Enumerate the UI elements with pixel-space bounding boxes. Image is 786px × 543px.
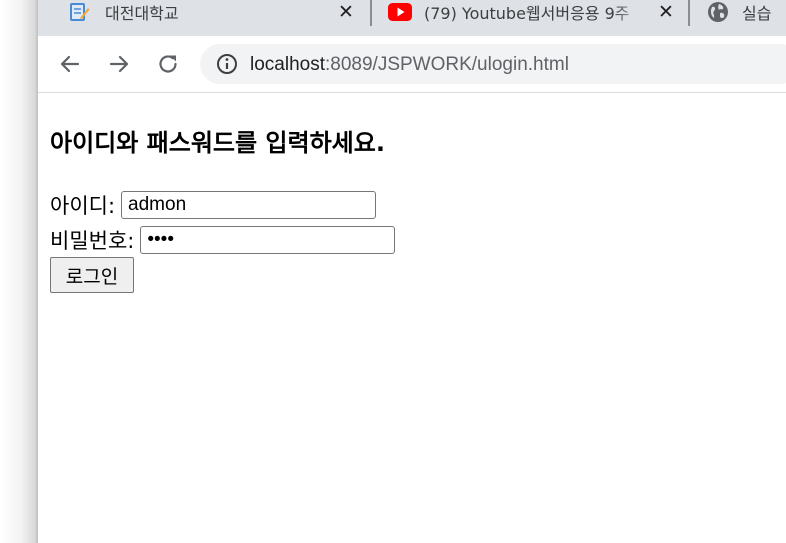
- password-row: 비밀번호:: [50, 225, 396, 255]
- password-label: 비밀번호:: [50, 229, 135, 253]
- forward-button[interactable]: [105, 50, 133, 78]
- url-host: localhost: [250, 54, 325, 75]
- tab-strip: 대전대학교 ✕ (79) Youtube웹서버응용 9주 ✕ 실습: [38, 0, 786, 36]
- browser-window: 대전대학교 ✕ (79) Youtube웹서버응용 9주 ✕ 실습 localh…: [38, 0, 786, 543]
- id-label: 아이디:: [50, 194, 116, 218]
- id-input[interactable]: [121, 191, 377, 219]
- tab-title: 대전대학교: [105, 4, 179, 23]
- page-content: 아이디와 패스워드를 입력하세요. 아이디: 비밀번호: 로그인: [38, 93, 786, 543]
- tab-title: 실습: [742, 4, 772, 23]
- page-heading: 아이디와 패스워드를 입력하세요.: [50, 129, 385, 157]
- globe-icon: [707, 1, 729, 27]
- close-icon[interactable]: ✕: [658, 1, 674, 23]
- toolbar: localhost:8089/JSPWORK/ulogin.html: [38, 36, 786, 93]
- back-arrow-icon: [60, 55, 80, 73]
- reload-icon: [159, 55, 177, 73]
- tab-youtube[interactable]: (79) Youtube웹서버응용 9주 ✕: [374, 0, 690, 28]
- address-bar[interactable]: localhost:8089/JSPWORK/ulogin.html: [200, 44, 786, 84]
- login-button[interactable]: 로그인: [50, 257, 134, 293]
- tab-title: (79) Youtube웹서버응용 9주: [424, 4, 630, 23]
- window-shadow: [0, 0, 38, 543]
- id-row: 아이디:: [50, 190, 377, 220]
- close-icon[interactable]: ✕: [338, 1, 354, 23]
- reload-button[interactable]: [154, 50, 182, 78]
- notepad-icon: [68, 1, 90, 27]
- tab-separator: [688, 0, 690, 26]
- info-icon[interactable]: [216, 53, 238, 79]
- back-button[interactable]: [56, 50, 84, 78]
- url-path: :8089/JSPWORK/ulogin.html: [325, 54, 569, 75]
- forward-arrow-icon: [109, 55, 129, 73]
- youtube-icon: [388, 3, 412, 25]
- tab-separator: [370, 0, 372, 26]
- password-input[interactable]: [140, 226, 396, 254]
- tab-daejeon[interactable]: 대전대학교 ✕: [38, 0, 372, 28]
- url-text: localhost:8089/JSPWORK/ulogin.html: [250, 54, 569, 76]
- tab-practice[interactable]: 실습: [692, 0, 786, 28]
